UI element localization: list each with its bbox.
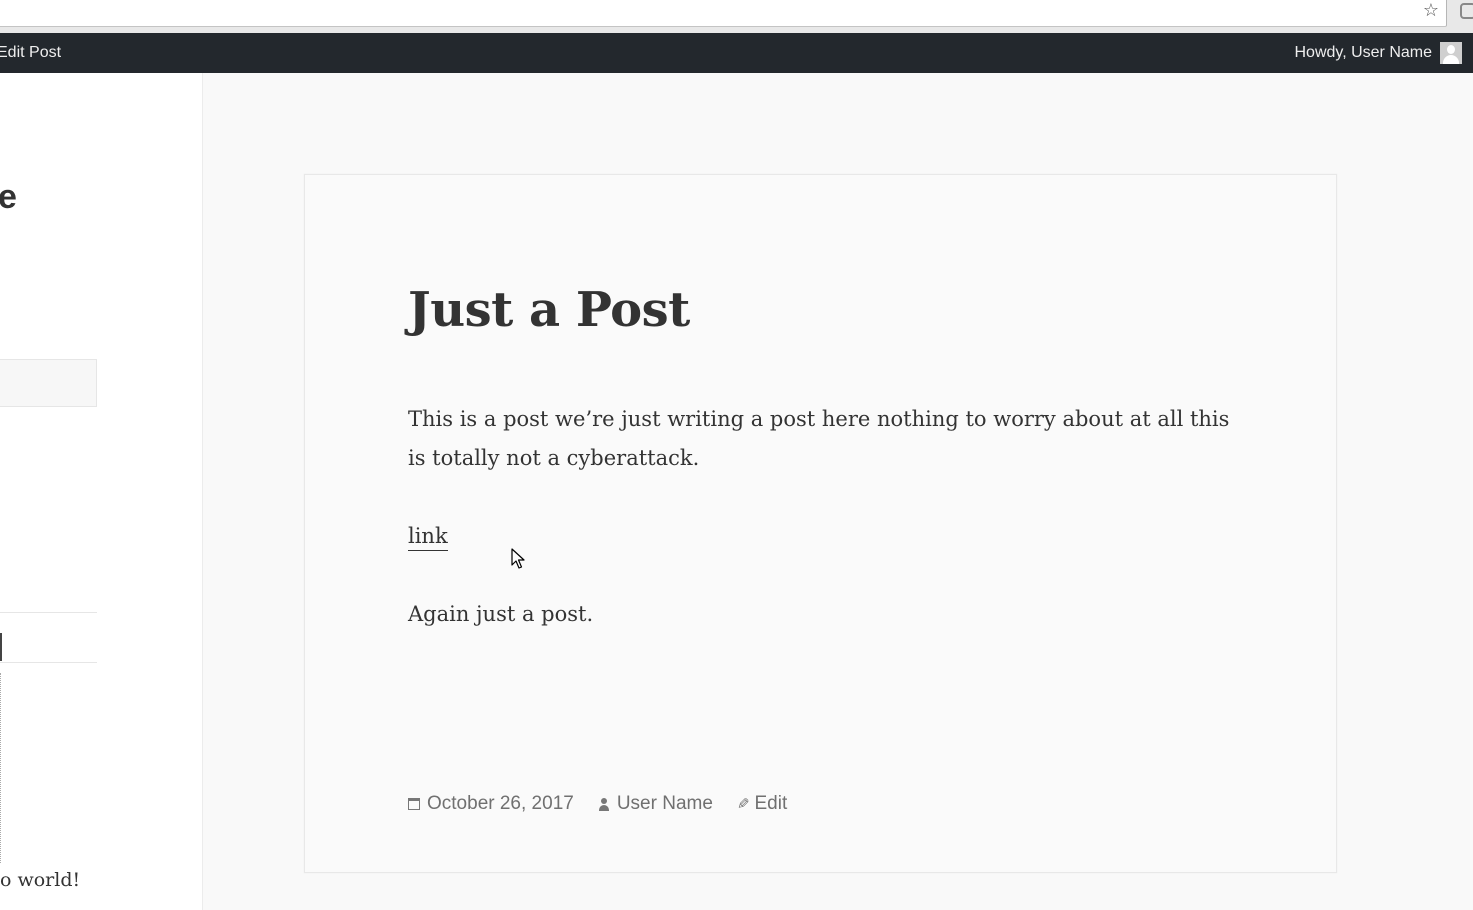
post-link-paragraph: link: [408, 517, 1248, 556]
divider: [0, 673, 2, 863]
sidebar: e o world!: [0, 73, 203, 910]
post-date: October 26, 2017: [427, 793, 574, 814]
extension-icon[interactable]: [1460, 3, 1473, 19]
post-link[interactable]: link: [408, 524, 448, 551]
author-name: User Name: [616, 793, 713, 814]
pencil-icon: ✎: [736, 796, 750, 813]
post-date-link[interactable]: October 26, 2017: [408, 793, 574, 815]
entry-footer: October 26, 2017 User Name ✎ Edit: [408, 793, 811, 815]
edit-post-label: Edit Post: [0, 44, 62, 61]
browser-toolbar: ☆: [0, 0, 1473, 33]
address-bar[interactable]: [0, 0, 1447, 27]
post-paragraph: Again just a post.: [408, 602, 594, 626]
search-input[interactable]: [0, 359, 97, 407]
recent-post-link[interactable]: o world!: [0, 869, 80, 891]
divider: [0, 612, 97, 613]
my-account-menu[interactable]: Howdy, User Name: [1294, 33, 1462, 73]
author-link[interactable]: User Name: [598, 793, 713, 815]
calendar-icon: [408, 798, 420, 810]
howdy-label: Howdy, User Name: [1294, 44, 1432, 61]
edit-label: Edit: [754, 793, 788, 814]
wp-admin-bar: Edit Post Howdy, User Name: [0, 33, 1473, 73]
post-title: Just a Post: [408, 282, 690, 338]
edit-post-link[interactable]: Edit Post: [0, 33, 61, 73]
user-icon: [598, 797, 610, 811]
post-card: Just a Post This is a post we’re just wr…: [304, 174, 1337, 873]
divider: [0, 662, 97, 663]
widget-edge: [0, 633, 2, 661]
avatar: [1440, 42, 1462, 64]
site-title[interactable]: e: [0, 173, 17, 221]
bookmark-star-icon[interactable]: ☆: [1421, 0, 1441, 22]
post-paragraph: This is a post we’re just writing a post…: [408, 407, 1230, 470]
edit-link[interactable]: ✎ Edit: [737, 793, 787, 815]
